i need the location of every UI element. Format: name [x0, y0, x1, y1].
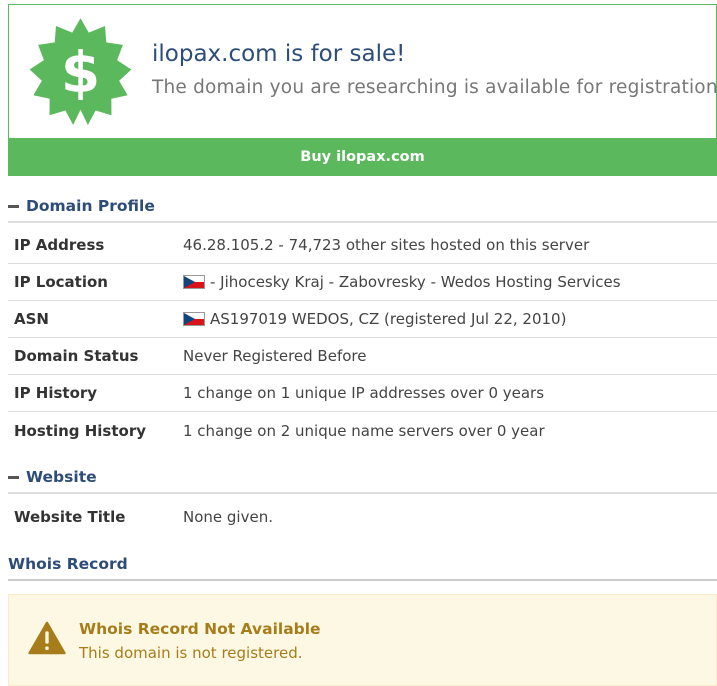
- domain-profile-title[interactable]: Domain Profile: [26, 197, 155, 215]
- ip-address-row: IP Address 46.28.105.2 - 74,723 other si…: [8, 227, 717, 264]
- row-label: Domain Status: [14, 347, 139, 365]
- sale-subtitle: The domain you are researching is availa…: [152, 77, 717, 98]
- collapse-icon[interactable]: [8, 475, 19, 479]
- row-value: 1 change on 2 unique name servers over 0…: [183, 422, 545, 440]
- row-value: AS197019 WEDOS, CZ (registered Jul 22, 2…: [183, 310, 566, 328]
- row-value: Never Registered Before: [183, 347, 366, 365]
- dollar-badge-icon: $: [29, 18, 132, 126]
- domain-status-row: Domain Status Never Registered Before: [8, 338, 717, 375]
- website-title-value: None given.: [183, 507, 273, 526]
- ip-address-value: 46.28.105.2 - 74,723 other sites hosted …: [183, 236, 590, 254]
- row-value: None given.: [183, 508, 273, 526]
- row-label: Website Title: [14, 507, 126, 526]
- alert-message: This domain is not registered.: [79, 644, 303, 662]
- hosting-history-row: Hosting History 1 change on 2 unique nam…: [8, 412, 717, 449]
- dollar-symbol: $: [61, 41, 100, 106]
- row-value: 46.28.105.2 - 74,723 other sites hosted …: [183, 236, 589, 254]
- row-label: IP Address: [14, 236, 105, 254]
- row-label: Hosting History: [14, 421, 147, 440]
- czech-flag-icon: [183, 312, 205, 326]
- domain-research-page: $ ilopax.com is for sale! The domain you…: [0, 0, 717, 686]
- ip-history-row: IP History 1 change on 1 unique IP addre…: [8, 375, 717, 412]
- asn-value: AS197019 WEDOS, CZ (registered Jul 22, 2…: [210, 310, 567, 328]
- row-label: IP History: [14, 384, 98, 402]
- whois-alert: Whois Record Not Available This domain i…: [8, 594, 717, 686]
- whois-record-header[interactable]: Whois Record: [8, 549, 717, 581]
- row-value: 1 change on 1 unique IP addresses over 0…: [183, 384, 544, 402]
- czech-flag-icon: [183, 275, 205, 289]
- hosting-history-value: 1 change on 2 unique name servers over 0…: [183, 421, 545, 440]
- domain-status-value: Never Registered Before: [183, 347, 367, 365]
- buy-domain-button[interactable]: Buy ilopax.com: [8, 138, 717, 176]
- warning-icon: [28, 621, 66, 655]
- asn-row: ASN AS197019 WEDOS, CZ (registered Jul 2…: [8, 301, 717, 338]
- row-label: ASN: [14, 310, 49, 328]
- ip-location-value: - Jihocesky Kraj - Zabovresky - Wedos Ho…: [210, 273, 621, 291]
- sale-title: ilopax.com is for sale!: [152, 41, 406, 67]
- whois-record-title[interactable]: Whois Record: [8, 555, 128, 573]
- row-label: IP Location: [14, 273, 108, 291]
- website-header[interactable]: Website: [8, 462, 717, 494]
- sale-banner: $ ilopax.com is for sale! The domain you…: [8, 4, 717, 138]
- domain-profile-header[interactable]: Domain Profile: [8, 191, 717, 223]
- alert-title: Whois Record Not Available: [79, 620, 321, 638]
- collapse-icon[interactable]: [8, 204, 19, 208]
- ip-location-row: IP Location - Jihocesky Kraj - Zabovresk…: [8, 264, 717, 301]
- ip-history-value: 1 change on 1 unique IP addresses over 0…: [183, 384, 545, 402]
- website-title[interactable]: Website: [26, 468, 97, 486]
- website-title-row: Website Title None given.: [8, 498, 717, 535]
- row-value: - Jihocesky Kraj - Zabovresky - Wedos Ho…: [183, 273, 621, 291]
